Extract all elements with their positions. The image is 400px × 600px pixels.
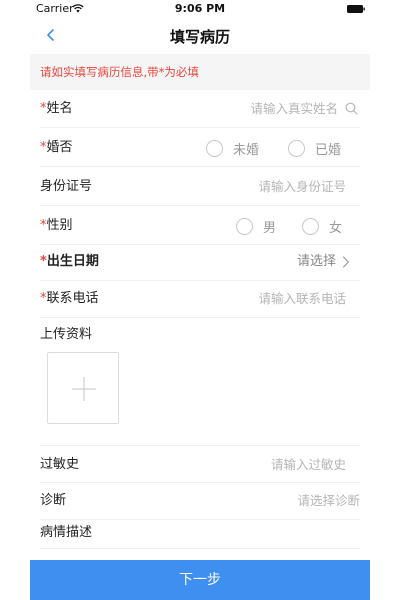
- plus-icon: [72, 377, 96, 401]
- phone-input[interactable]: 请输入联系电话: [258, 280, 346, 318]
- page-title: 填写病历: [169, 28, 230, 46]
- radio-unmarried-label: 未婚: [233, 142, 260, 158]
- phone-label: *联系电话: [40, 291, 99, 306]
- birth-date-value[interactable]: 请选择: [297, 243, 336, 281]
- radio-male-label: 男: [263, 220, 277, 236]
- marital-row: *婚否 未婚 已婚: [40, 129, 360, 167]
- diagnosis-select[interactable]: 请选择诊断: [297, 482, 360, 520]
- name-input[interactable]: 请输入真实姓名: [250, 90, 338, 128]
- gender-row: *性别 男 女: [40, 207, 360, 245]
- radio-male[interactable]: 男: [236, 207, 276, 245]
- allergy-label: 过敏史: [40, 457, 80, 472]
- radio-unmarried[interactable]: 未婚: [206, 129, 259, 167]
- next-step-button[interactable]: 下一步: [30, 560, 370, 600]
- allergy-input[interactable]: 请输入过敏史: [271, 446, 346, 484]
- description-row: 病情描述: [40, 517, 360, 549]
- name-row[interactable]: *姓名 请输入真实姓名: [40, 90, 360, 128]
- nav-bar: 填写病历: [0, 18, 400, 54]
- birth-date-label: *出生日期: [40, 254, 99, 269]
- radio-married[interactable]: 已婚: [288, 129, 341, 167]
- required-notice: 请如实填写病历信息,带*为必填: [30, 54, 370, 90]
- search-icon[interactable]: [345, 102, 358, 115]
- radio-circle[interactable]: [236, 217, 253, 235]
- description-label: 病情描述: [40, 525, 93, 540]
- id-card-row[interactable]: 身份证号 请输入身份证号: [40, 168, 360, 206]
- radio-circle[interactable]: [206, 139, 223, 157]
- name-label: *姓名: [40, 101, 73, 116]
- radio-female[interactable]: 女: [302, 207, 342, 245]
- upload-button[interactable]: [47, 352, 119, 424]
- marital-label: *婚否: [40, 140, 73, 155]
- allergy-row[interactable]: 过敏史 请输入过敏史: [40, 445, 360, 483]
- birth-date-row[interactable]: *出生日期 请选择: [40, 243, 360, 281]
- id-card-input[interactable]: 请输入身份证号: [258, 168, 346, 206]
- status-bar: Carrier 9:06 PM: [0, 0, 400, 18]
- battery-icon: [347, 5, 365, 13]
- upload-label: 上传资料: [40, 327, 93, 342]
- diagnosis-label: 诊断: [40, 493, 67, 508]
- status-time: 9:06 PM: [174, 2, 226, 15]
- radio-married-label: 已婚: [315, 142, 342, 158]
- gender-label: *性别: [40, 218, 73, 233]
- id-card-label: 身份证号: [40, 179, 93, 194]
- radio-female-label: 女: [329, 220, 343, 236]
- phone-row[interactable]: *联系电话 请输入联系电话: [40, 280, 360, 318]
- radio-circle[interactable]: [288, 139, 305, 157]
- radio-circle[interactable]: [302, 217, 319, 235]
- diagnosis-row[interactable]: 诊断 请选择诊断: [40, 482, 360, 520]
- chevron-right-icon[interactable]: [342, 256, 350, 268]
